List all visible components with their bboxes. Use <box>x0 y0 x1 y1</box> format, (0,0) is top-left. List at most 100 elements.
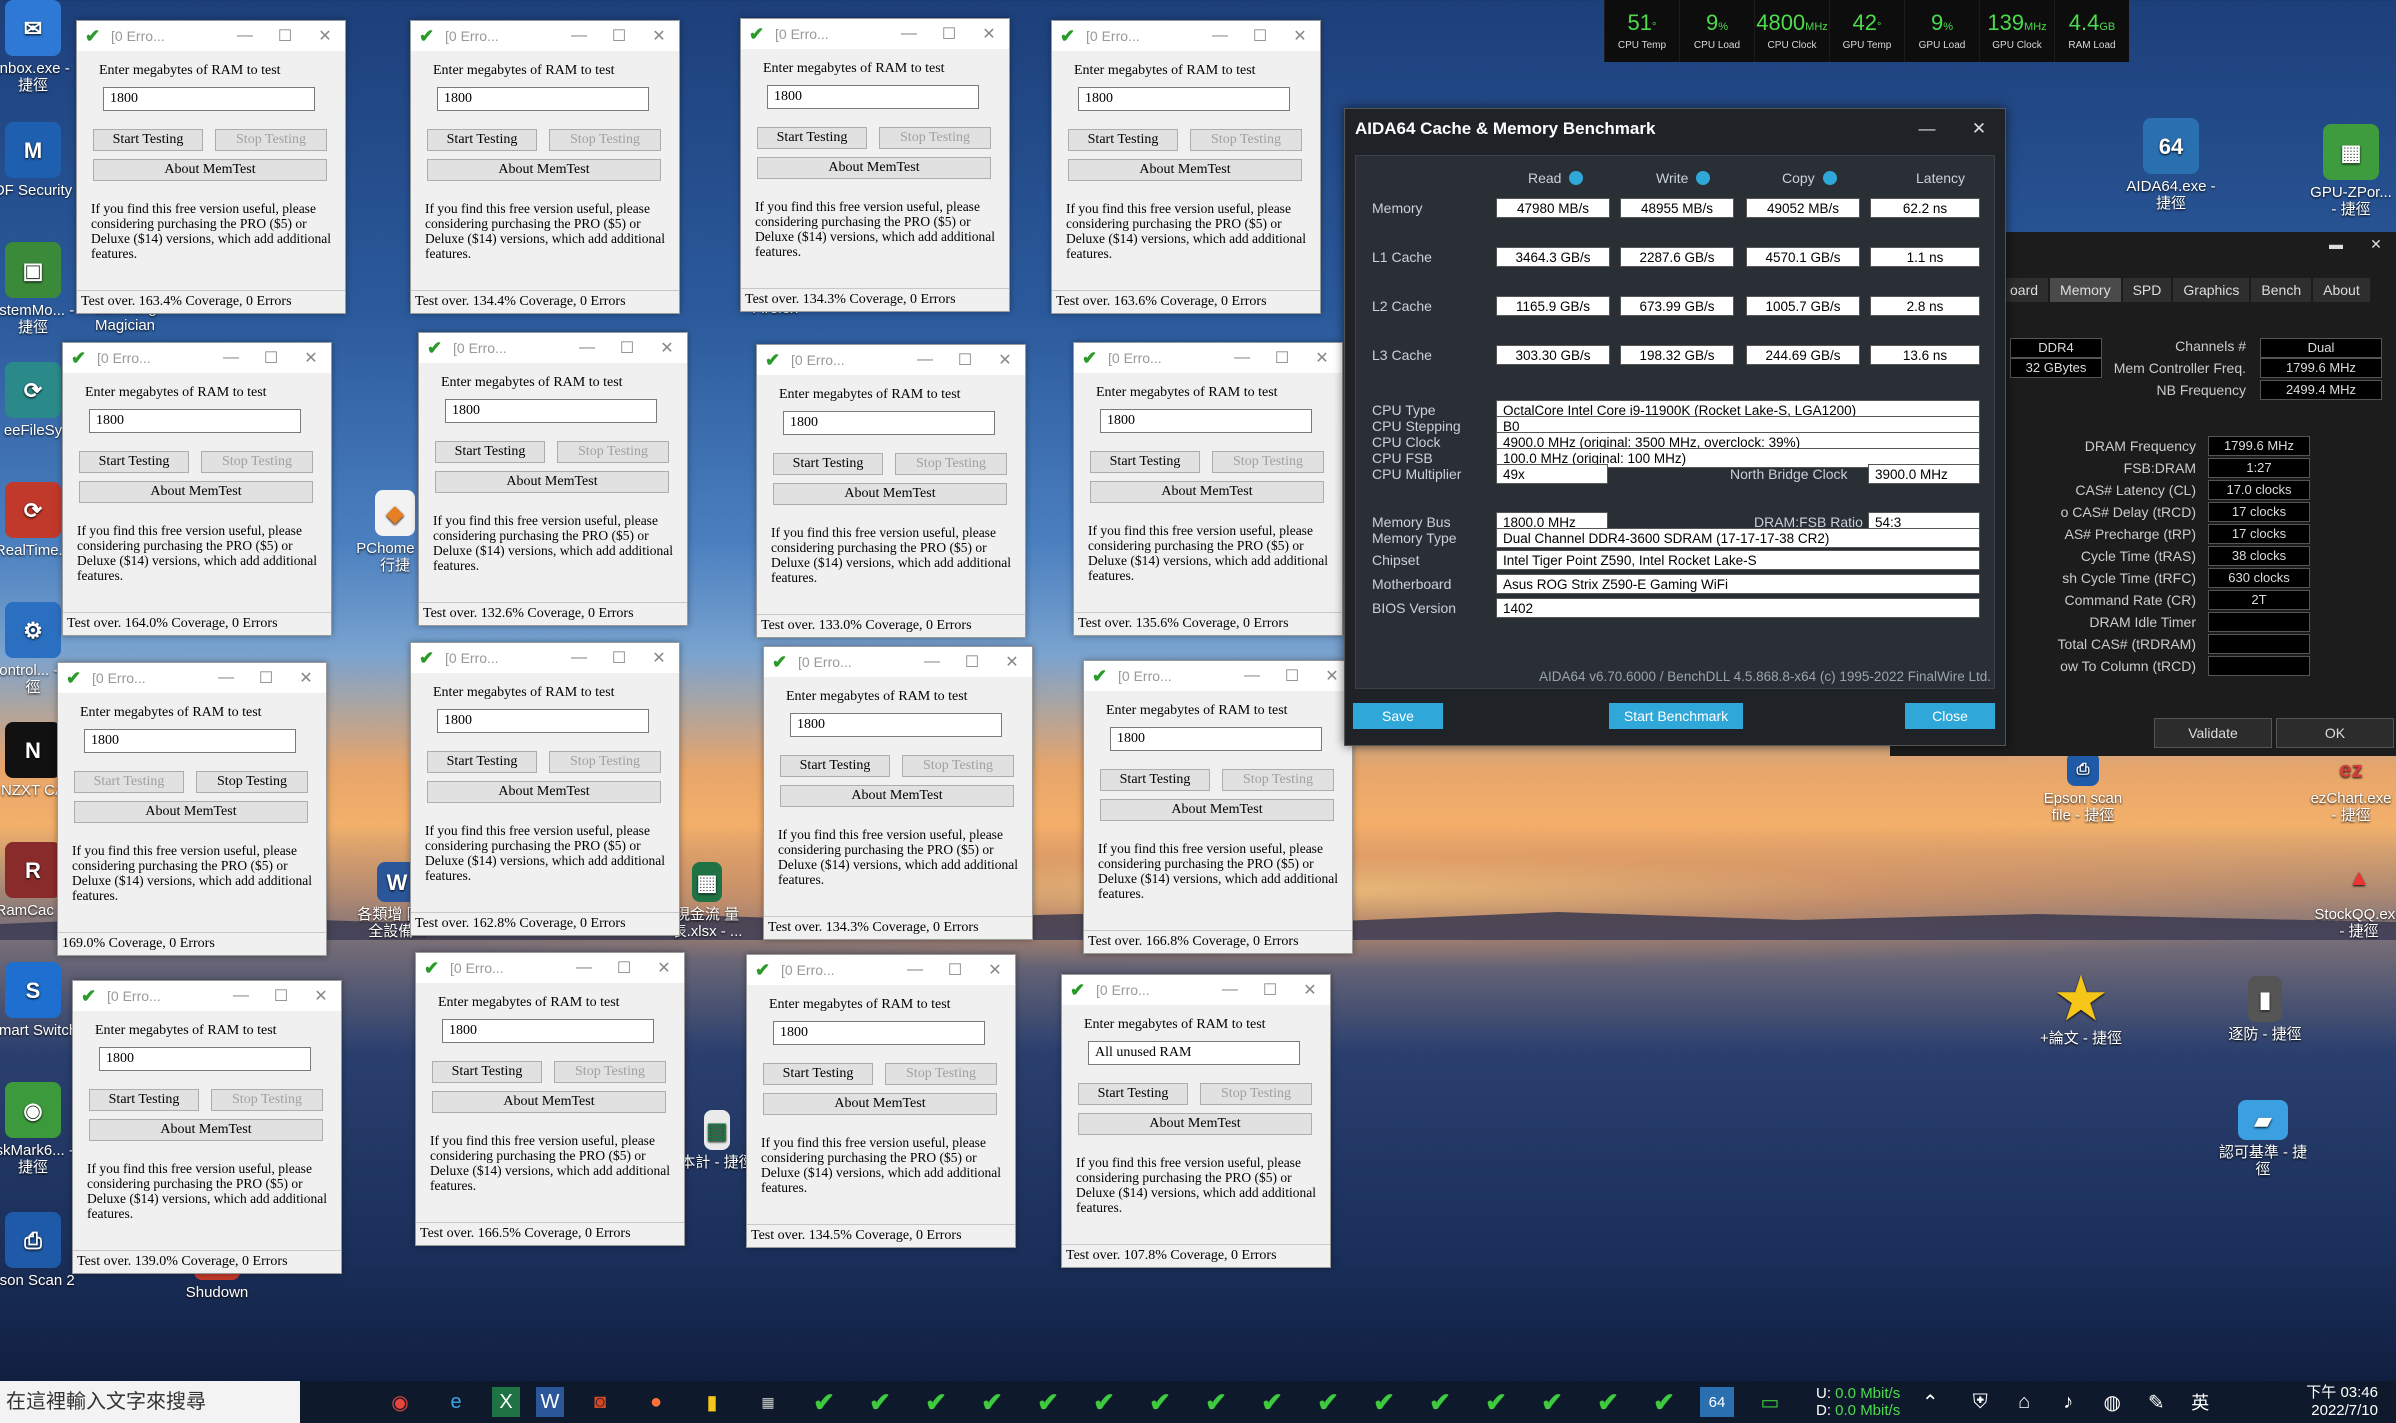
start-benchmark-button[interactable]: Start Benchmark <box>1609 703 1743 729</box>
info-icon[interactable] <box>1822 171 1837 185</box>
minimize-icon[interactable]: — <box>559 27 599 45</box>
minimize-icon[interactable]: ▬ <box>2316 236 2356 253</box>
stop-testing-button[interactable]: Stop Testing <box>554 1061 666 1083</box>
desktop-icon-left-8[interactable]: S Smart Switch <box>0 962 78 1039</box>
desktop-icon-stockqq[interactable]: ▲ StockQQ.exe - 捷徑 <box>2314 852 2396 940</box>
maximize-icon[interactable]: ☐ <box>1272 666 1312 686</box>
close-icon[interactable]: ✕ <box>969 24 1009 44</box>
stop-testing-button[interactable]: Stop Testing <box>549 751 661 773</box>
ram-megabytes-input[interactable] <box>442 1019 654 1043</box>
memtest-taskbar-icon[interactable]: ✔ <box>972 1387 1012 1417</box>
minimize-icon[interactable]: — <box>559 649 599 667</box>
ram-megabytes-input[interactable] <box>99 1047 311 1071</box>
start-testing-button[interactable]: Start Testing <box>757 127 867 149</box>
maximize-icon[interactable]: ☐ <box>1250 980 1290 1000</box>
shield-icon[interactable]: ⛨ <box>1960 1387 2000 1417</box>
about-memtest-button[interactable]: About MemTest <box>1100 799 1334 821</box>
maximize-icon[interactable]: ☐ <box>1240 26 1280 46</box>
excel-icon[interactable]: X <box>492 1387 520 1417</box>
start-testing-button[interactable]: Start Testing <box>79 451 189 473</box>
close-icon[interactable]: ✕ <box>1280 26 1320 46</box>
ram-megabytes-input[interactable] <box>437 709 649 733</box>
desktop-icon-gpuz[interactable]: ▦ GPU-ZPor... - 捷徑 <box>2306 124 2396 218</box>
tab-oard[interactable]: oard <box>2000 278 2049 302</box>
desktop-icon-approval-standard[interactable]: ▰ 認可基準 - 捷徑 <box>2218 1100 2308 1178</box>
stop-testing-button[interactable]: Stop Testing <box>211 1089 323 1111</box>
taskbar-search-box[interactable]: 在這裡輸入文字來搜尋 <box>0 1381 300 1423</box>
desktop-icon-left-0[interactable]: ✉ inbox.exe - 捷徑 <box>0 0 78 94</box>
tab-bench[interactable]: Bench <box>2251 278 2312 302</box>
desktop-icon-left-1[interactable]: M DF Security <box>0 122 78 199</box>
clock[interactable]: 下午 03:46 2022/7/10 <box>2306 1384 2378 1420</box>
network-icon[interactable]: ⌂ <box>2004 1387 2044 1417</box>
edge-icon[interactable]: e <box>436 1387 476 1417</box>
memtest-taskbar-icon[interactable]: ✔ <box>860 1387 900 1417</box>
start-testing-button[interactable]: Start Testing <box>93 129 203 151</box>
start-testing-button[interactable]: Start Testing <box>1068 129 1178 151</box>
minimize-icon[interactable]: — <box>1200 27 1240 45</box>
save-button[interactable]: Save <box>1353 703 1443 729</box>
minimize-icon[interactable]: — <box>564 959 604 977</box>
stop-testing-button[interactable]: Stop Testing <box>549 129 661 151</box>
maximize-icon[interactable]: ☐ <box>261 986 301 1006</box>
desktop-icon-aida64[interactable]: 64 AIDA64.exe - 捷徑 <box>2126 118 2216 212</box>
close-icon[interactable]: ✕ <box>985 350 1025 370</box>
tab-memory[interactable]: Memory <box>2050 278 2121 302</box>
stop-testing-button[interactable]: Stop Testing <box>215 129 327 151</box>
ram-megabytes-input[interactable] <box>1100 409 1312 433</box>
minimize-icon[interactable]: — <box>889 25 929 43</box>
maximize-icon[interactable]: ☐ <box>599 26 639 46</box>
maximize-icon[interactable]: ☐ <box>935 960 975 980</box>
stop-testing-button[interactable]: Stop Testing <box>1222 769 1334 791</box>
minimize-icon[interactable]: — <box>211 349 251 367</box>
maximize-icon[interactable]: ☐ <box>246 668 286 688</box>
memtest-taskbar-icon[interactable]: ✔ <box>1364 1387 1404 1417</box>
start-testing-button[interactable]: Start Testing <box>773 453 883 475</box>
memtest-taskbar-icon[interactable]: ✔ <box>1532 1387 1572 1417</box>
memtest-taskbar-icon[interactable]: ✔ <box>1644 1387 1684 1417</box>
memtest-taskbar-icon[interactable]: ✔ <box>1476 1387 1516 1417</box>
about-memtest-button[interactable]: About MemTest <box>427 781 661 803</box>
ram-megabytes-input[interactable] <box>1088 1041 1300 1065</box>
minimize-icon[interactable]: — <box>1232 667 1272 685</box>
ram-megabytes-input[interactable] <box>437 87 649 111</box>
memtest-taskbar-icon[interactable]: ✔ <box>1028 1387 1068 1417</box>
close-icon[interactable]: ✕ <box>305 26 345 46</box>
tab-graphics[interactable]: Graphics <box>2173 278 2250 302</box>
ram-megabytes-input[interactable] <box>790 713 1002 737</box>
stop-testing-button[interactable]: Stop Testing <box>902 755 1014 777</box>
memtest-taskbar-icon[interactable]: ✔ <box>1308 1387 1348 1417</box>
start-testing-button[interactable]: Start Testing <box>435 441 545 463</box>
about-memtest-button[interactable]: About MemTest <box>93 159 327 181</box>
stop-testing-button[interactable]: Stop Testing <box>879 127 991 149</box>
minimize-icon[interactable]: — <box>1222 349 1262 367</box>
maximize-icon[interactable]: ☐ <box>265 26 305 46</box>
maximize-icon[interactable]: ☐ <box>1262 348 1302 368</box>
firefox-icon[interactable]: ● <box>636 1387 676 1417</box>
chrome-icon[interactable]: ◉ <box>380 1387 420 1417</box>
desktop-icon-left-10[interactable]: ⎙ pson Scan 2 <box>0 1212 78 1289</box>
maximize-icon[interactable]: ☐ <box>251 348 291 368</box>
ram-megabytes-input[interactable] <box>783 411 995 435</box>
memtest-taskbar-icon[interactable]: ✔ <box>1084 1387 1124 1417</box>
minimize-icon[interactable]: — <box>895 961 935 979</box>
about-memtest-button[interactable]: About MemTest <box>1090 481 1324 503</box>
memtest-taskbar-icon[interactable]: ✔ <box>916 1387 956 1417</box>
stop-testing-button[interactable]: Stop Testing <box>895 453 1007 475</box>
start-testing-button[interactable]: Start Testing <box>427 751 537 773</box>
desktop-icon-epson-scan-file[interactable]: ⎙ Epson scan file - 捷徑 <box>2038 752 2128 824</box>
minimize-icon[interactable]: — <box>225 27 265 45</box>
minimize-icon[interactable]: — <box>206 669 246 687</box>
close-icon[interactable]: ✕ <box>639 648 679 668</box>
close-icon[interactable]: ✕ <box>301 986 341 1006</box>
start-testing-button[interactable]: Start Testing <box>780 755 890 777</box>
minimize-icon[interactable]: — <box>1901 119 1953 139</box>
desktop-icon-fire-prevention[interactable]: ▮ 逐防 - 捷徑 <box>2220 976 2310 1043</box>
start-testing-button[interactable]: Start Testing <box>74 771 184 793</box>
close-icon[interactable]: ✕ <box>1302 348 1342 368</box>
about-memtest-button[interactable]: About MemTest <box>427 159 661 181</box>
tab-spd[interactable]: SPD <box>2122 278 2172 302</box>
about-memtest-button[interactable]: About MemTest <box>89 1119 323 1141</box>
about-memtest-button[interactable]: About MemTest <box>757 157 991 179</box>
maximize-icon[interactable]: ☐ <box>604 958 644 978</box>
